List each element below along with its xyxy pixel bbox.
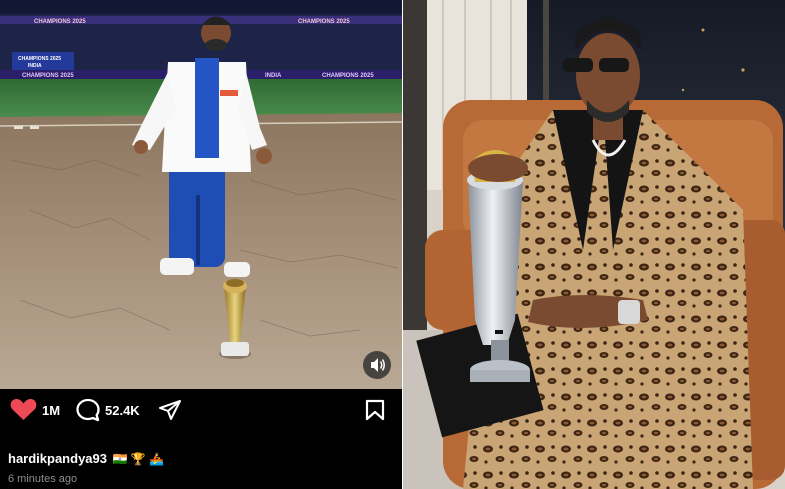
sunglasses: [563, 58, 593, 72]
face: [576, 33, 640, 117]
post-timestamp: 6 minutes ago: [8, 473, 78, 485]
heart-icon[interactable]: [10, 397, 37, 421]
comment-count: 52.4K: [105, 403, 140, 418]
stadium-scene: CHAMPIONS 2025 CHAMPIONS 2025 CHAMPIONS …: [0, 0, 402, 389]
bookmark-icon[interactable]: [365, 399, 385, 421]
speaker-icon: [371, 358, 385, 372]
board-lower-text-2: INDIA: [265, 73, 282, 79]
hotel-room-scene: [403, 0, 785, 489]
board-top-text-2: CHAMPIONS 2025: [298, 19, 350, 25]
comment-icon[interactable]: [76, 398, 101, 422]
second-photo: [403, 0, 785, 489]
username[interactable]: hardikpandya93: [8, 451, 107, 466]
username-emojis: 🇮🇳 🏆 🚣: [112, 452, 165, 466]
wristwatch: [618, 300, 640, 324]
post-photo-stadium[interactable]: CHAMPIONS 2025 CHAMPIONS 2025 CHAMPIONS …: [0, 0, 402, 389]
share-icon[interactable]: [158, 399, 182, 421]
board-top-text-1: CHAMPIONS 2025: [34, 19, 86, 25]
board-lower-text-1: CHAMPIONS 2025: [22, 73, 74, 79]
caption-row: hardikpandya93 🇮🇳 🏆 🚣: [8, 451, 164, 466]
big-screen-text-2: INDIA: [28, 63, 42, 69]
mute-button[interactable]: [363, 351, 391, 379]
instagram-post: CHAMPIONS 2025 CHAMPIONS 2025 CHAMPIONS …: [0, 0, 402, 489]
big-screen-text-1: CHAMPIONS 2025: [18, 56, 61, 62]
like-count: 1M: [42, 403, 61, 418]
board-lower-text-3: CHAMPIONS 2025: [322, 73, 374, 79]
